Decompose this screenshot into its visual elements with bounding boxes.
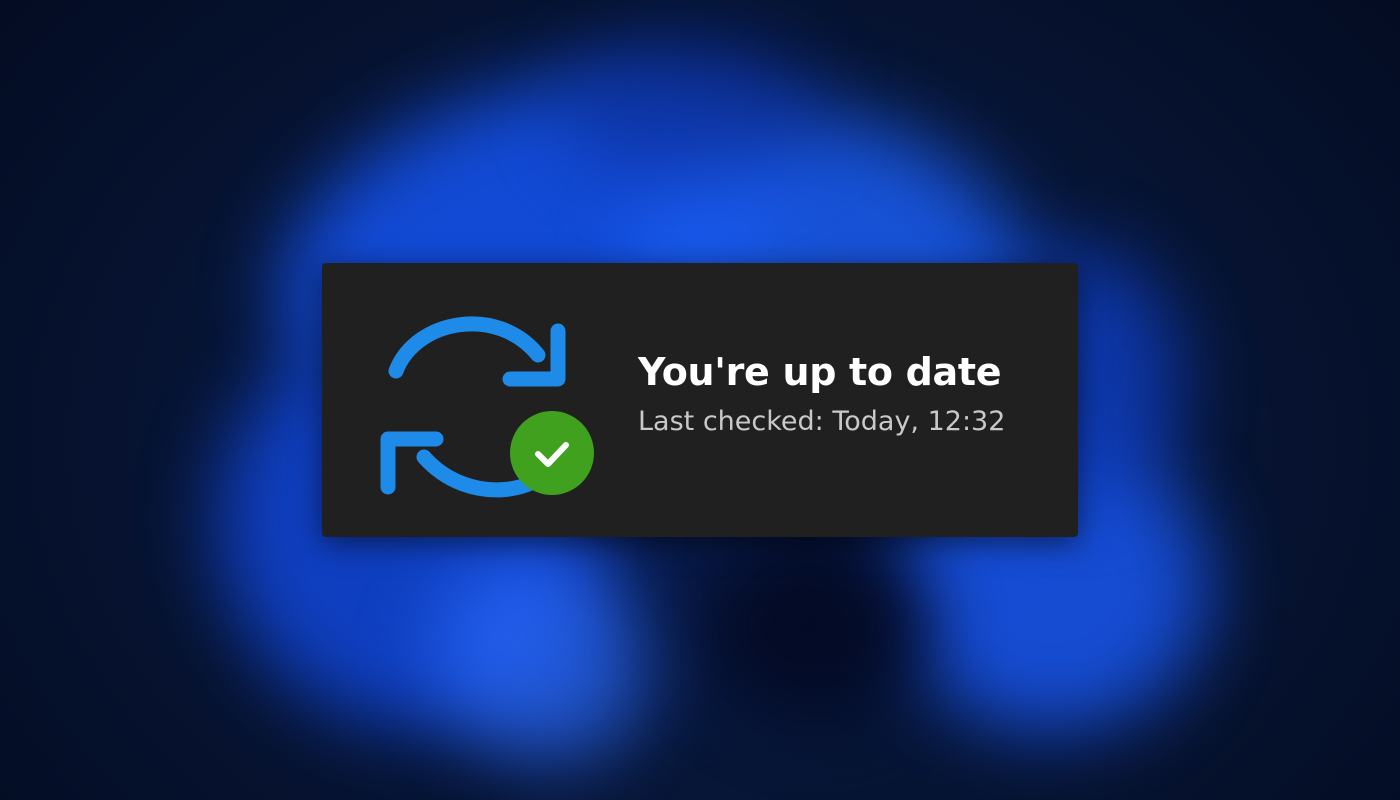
- wallpaper-bloom-shape: [560, 40, 820, 180]
- wallpaper-bloom-shadow: [700, 530, 930, 720]
- update-status-card: You're up to date Last checked: Today, 1…: [322, 263, 1078, 537]
- sync-arc-top: [388, 316, 546, 379]
- checkmark-badge-icon: [510, 411, 594, 495]
- update-status-text: You're up to date Last checked: Today, 1…: [638, 349, 1058, 439]
- last-checked-text: Last checked: Today, 12:32: [638, 406, 1006, 437]
- badge-circle: [510, 411, 594, 495]
- status-title: You're up to date: [638, 350, 1002, 394]
- sync-arrows-icon: [380, 316, 594, 498]
- update-status-icon: [378, 307, 598, 507]
- desktop-wallpaper: You're up to date Last checked: Today, 1…: [0, 0, 1400, 800]
